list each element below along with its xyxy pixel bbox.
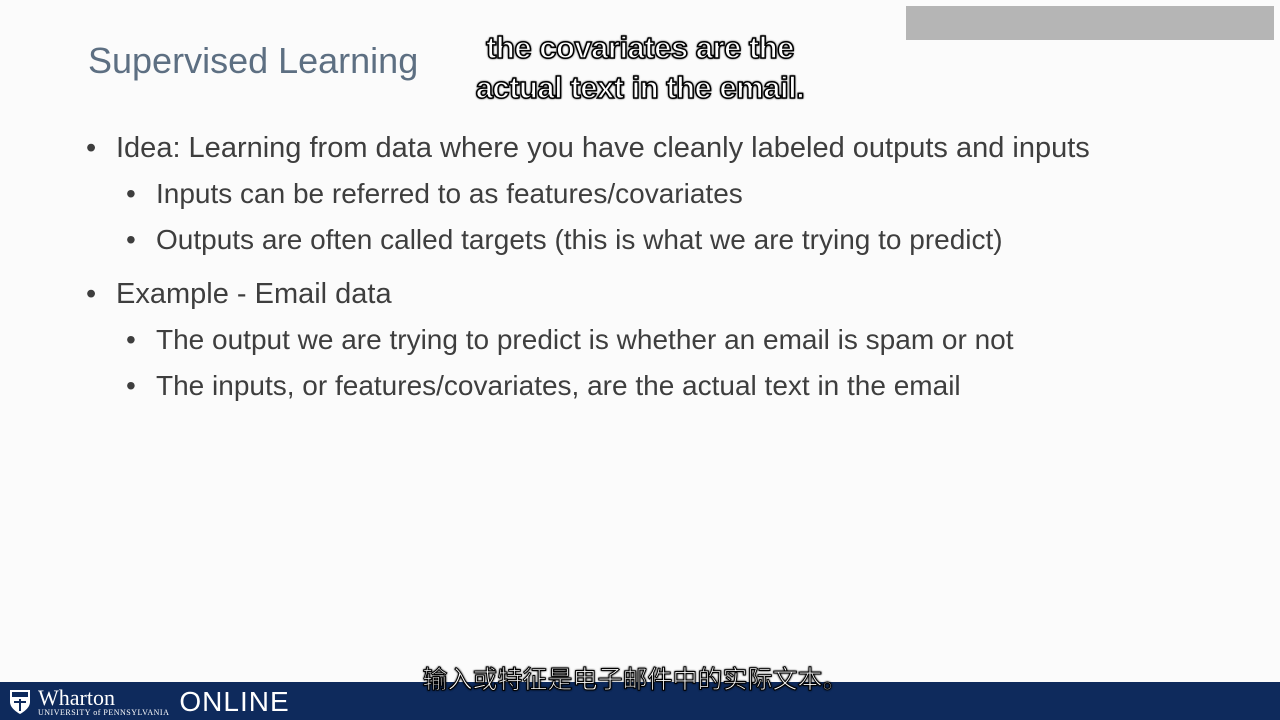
- sub-bullet-output-spam: • The output we are trying to predict is…: [86, 322, 1246, 358]
- bullet-dot: •: [126, 324, 136, 355]
- sub-bullet-text: The inputs, or features/covariates, are …: [156, 370, 961, 401]
- slide: Supervised Learning the covariates are t…: [0, 0, 1280, 720]
- slide-title: Supervised Learning: [88, 40, 419, 81]
- bullet-dot: •: [126, 178, 136, 209]
- bullet-dot: •: [126, 370, 136, 401]
- sub-bullet-inputs: • Inputs can be referred to as features/…: [86, 176, 1246, 212]
- caption-line-2: actual text in the email.: [475, 69, 806, 106]
- sub-bullet-text: Inputs can be referred to as features/co…: [156, 178, 743, 209]
- bullet-dot: •: [126, 224, 136, 255]
- wharton-online-logo: Wharton UNIVERSITY of PENNSYLVANIA ONLIN…: [8, 684, 290, 720]
- caption-line-1: the covariates are the: [485, 29, 795, 66]
- subtitle-caption-english: the covariates are the actual text in th…: [430, 28, 850, 108]
- logo-brand: Wharton: [38, 685, 115, 710]
- bullet-text: Idea: Learning from data where you have …: [116, 132, 1090, 164]
- bullet-dot: •: [86, 278, 97, 310]
- corner-overlay-box: [906, 6, 1274, 40]
- logo-product: ONLINE: [179, 686, 290, 717]
- shield-icon: [10, 690, 30, 714]
- subtitle-caption-chinese: 输入或特征是电子邮件中的实际文本。: [422, 665, 848, 695]
- bullet-idea: • Idea: Learning from data where you hav…: [86, 130, 1246, 166]
- sub-bullet-inputs-text: • The inputs, or features/covariates, ar…: [86, 368, 1246, 404]
- sub-bullet-outputs: • Outputs are often called targets (this…: [86, 222, 1246, 258]
- logo-wordmark: Wharton UNIVERSITY of PENNSYLVANIA: [38, 687, 169, 717]
- sub-bullet-text: The output we are trying to predict is w…: [156, 324, 1014, 355]
- logo-university: UNIVERSITY of PENNSYLVANIA: [38, 708, 170, 717]
- bullet-list: • Idea: Learning from data where you hav…: [86, 130, 1246, 404]
- bullet-dot: •: [86, 132, 97, 164]
- bullet-example: • Example - Email data: [86, 276, 1246, 312]
- bullet-text: Example - Email data: [116, 278, 392, 310]
- sub-bullet-text: Outputs are often called targets (this i…: [156, 224, 1003, 255]
